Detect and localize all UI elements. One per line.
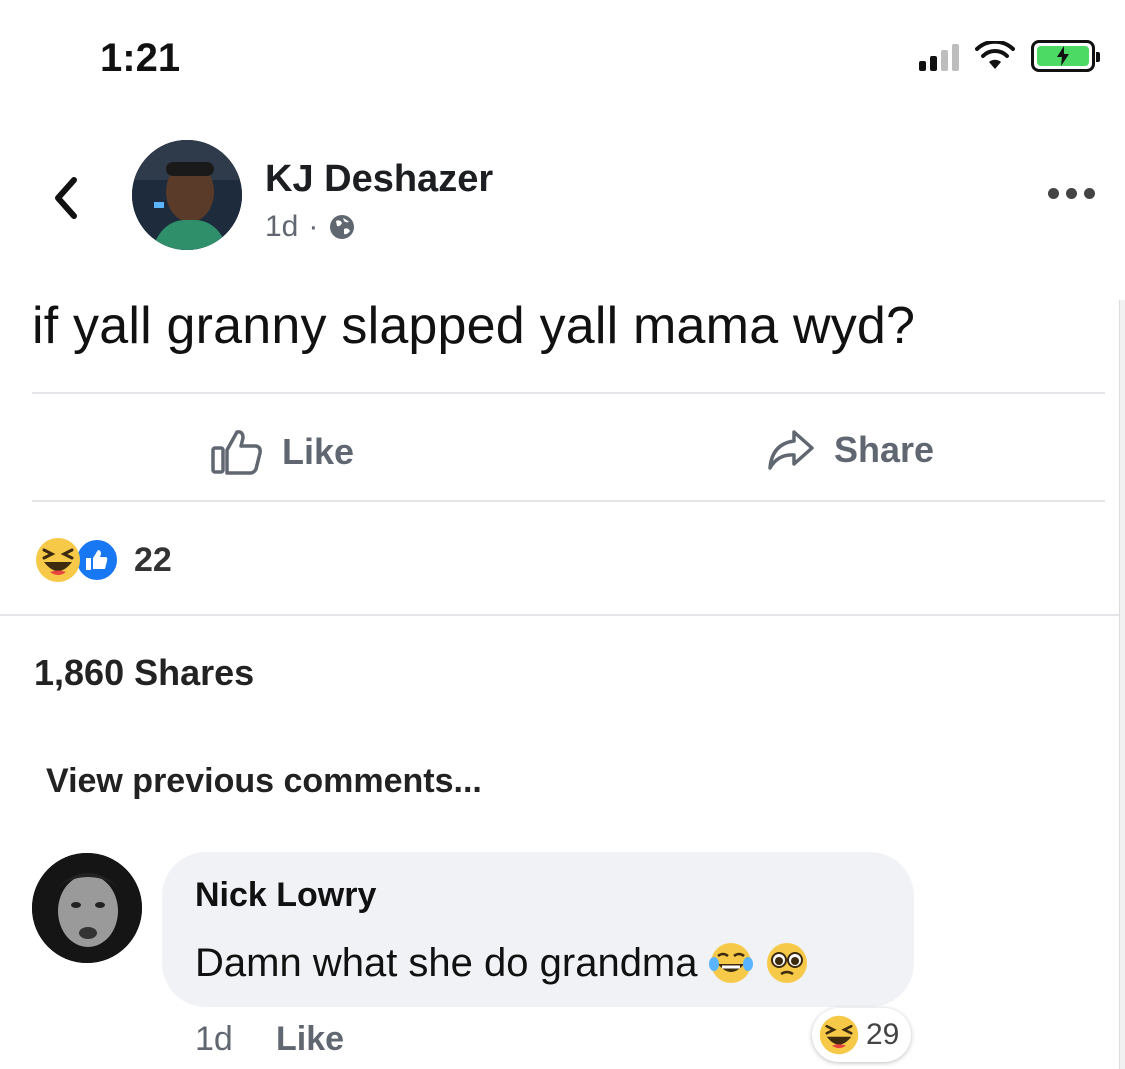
post-text: if yall granny slapped yall mama wyd? (32, 297, 916, 355)
pleading-face-emoji-icon (766, 943, 807, 983)
author-avatar[interactable] (132, 140, 242, 250)
divider-top (32, 392, 1105, 394)
comment-reaction-badge[interactable]: 29 (812, 1008, 912, 1062)
post-author-name[interactable]: KJ Deshazer (265, 158, 493, 201)
haha-reaction-icon (36, 538, 80, 582)
commenter-avatar[interactable] (32, 853, 142, 963)
post-age: 1d (265, 210, 299, 243)
status-time: 1:21 (100, 36, 181, 80)
globe-icon (330, 215, 355, 239)
like-button-label: Like (282, 431, 355, 472)
shares-count[interactable]: 1,860 Shares (34, 652, 254, 694)
comment-like-button[interactable]: Like (276, 1020, 344, 1059)
share-button[interactable]: Share (766, 428, 934, 472)
more-options-icon[interactable] (1048, 188, 1095, 199)
battery-charging-icon (1037, 46, 1089, 66)
post-reactions[interactable]: 22 (34, 536, 172, 584)
thumbs-up-icon (211, 430, 262, 475)
battery-icon (1031, 40, 1100, 72)
share-arrow-icon (768, 430, 814, 470)
share-button-label: Share (834, 429, 935, 470)
meta-separator: · (308, 210, 319, 243)
reaction-count: 22 (134, 540, 172, 579)
comment-body: Damn what she do grandma (195, 940, 698, 985)
haha-reaction-icon (819, 1015, 859, 1055)
back-chevron-icon[interactable] (46, 168, 86, 228)
view-previous-comments-link[interactable]: View previous comments... (46, 762, 482, 801)
scroll-edge (1119, 300, 1125, 1069)
commenter-name[interactable]: Nick Lowry (195, 876, 376, 915)
comment-age: 1d (195, 1020, 233, 1058)
tears-of-joy-emoji-icon (708, 943, 753, 983)
wifi-icon (975, 41, 1015, 69)
status-icons (919, 40, 1100, 72)
post-meta: 1d · (265, 210, 356, 244)
comment-reaction-count: 29 (866, 1018, 900, 1051)
divider-actions (32, 500, 1105, 502)
comment-text: Damn what she do grandma (195, 940, 810, 986)
like-button[interactable]: Like (210, 428, 354, 476)
cellular-signal-icon (919, 41, 959, 71)
divider-reactions (0, 614, 1125, 616)
